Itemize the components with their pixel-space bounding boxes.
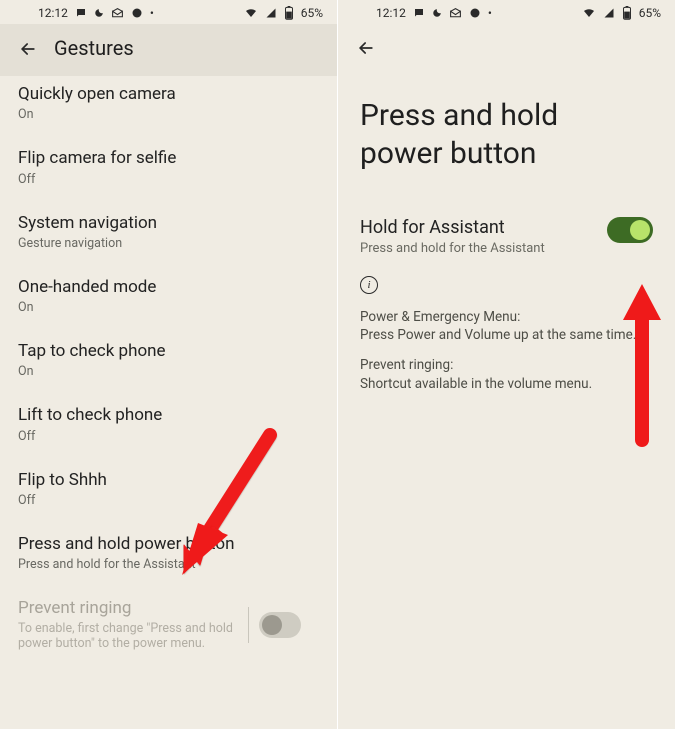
- item-sub: Gesture navigation: [18, 236, 319, 251]
- signal-icon: [603, 7, 615, 19]
- status-dot: •: [488, 6, 492, 20]
- item-quickly-open-camera[interactable]: Quickly open camera On: [0, 76, 337, 135]
- item-title: Flip to Shhh: [18, 470, 319, 491]
- item-flip-camera-selfie[interactable]: Flip camera for selfie Off: [0, 135, 337, 199]
- page-title: Gestures: [54, 36, 134, 60]
- info-body: Shortcut available in the volume menu.: [360, 376, 592, 392]
- item-sub: Off: [18, 493, 319, 508]
- screen-press-hold-power: 12:12 • 65% Press and hold power button: [337, 0, 675, 729]
- mail-icon: [449, 7, 462, 20]
- setting-sub: Press and hold for the Assistant: [360, 241, 545, 256]
- prevent-ringing-toggle: [259, 612, 301, 638]
- item-title: Flip camera for selfie: [18, 148, 319, 169]
- carrier-icon: [131, 7, 143, 19]
- item-sub: On: [18, 107, 319, 122]
- item-title: Prevent ringing: [18, 598, 248, 619]
- battery-icon: [284, 6, 294, 20]
- message-icon: [413, 7, 425, 19]
- info-power-emergency: Power & Emergency Menu: Press Power and …: [338, 294, 675, 344]
- status-battery: 65%: [301, 6, 323, 20]
- item-title: System navigation: [18, 213, 319, 234]
- hold-for-assistant-toggle[interactable]: [607, 217, 653, 243]
- item-tap-check-phone[interactable]: Tap to check phone On: [0, 328, 337, 392]
- status-dot: •: [150, 6, 154, 20]
- item-lift-check-phone[interactable]: Lift to check phone Off: [0, 392, 337, 456]
- title-line-2: power button: [360, 136, 536, 171]
- page-title: Press and hold power button: [338, 62, 675, 182]
- header-bar: Gestures: [0, 24, 337, 76]
- info-label: Prevent ringing:: [360, 357, 453, 373]
- item-system-navigation[interactable]: System navigation Gesture navigation: [0, 200, 337, 264]
- item-title: Quickly open camera: [18, 84, 319, 105]
- status-time: 12:12: [376, 6, 406, 20]
- item-sub: On: [18, 300, 319, 315]
- wifi-icon: [582, 7, 596, 19]
- status-bar: 12:12 • 65%: [338, 0, 675, 24]
- mail-icon: [111, 7, 124, 20]
- item-prevent-ringing: Prevent ringing To enable, first change …: [0, 585, 337, 664]
- wifi-icon: [244, 7, 258, 19]
- status-bar: 12:12 • 65%: [0, 0, 337, 24]
- info-body: Press Power and Volume up at the same ti…: [360, 327, 636, 343]
- setting-title: Hold for Assistant: [360, 217, 545, 238]
- item-one-handed-mode[interactable]: One-handed mode On: [0, 264, 337, 328]
- back-button[interactable]: [18, 39, 36, 57]
- screen-gestures: 12:12 • 65% Gestures Qui: [0, 0, 337, 729]
- signal-icon: [265, 7, 277, 19]
- item-sub: To enable, first change "Press and hold …: [18, 621, 248, 651]
- moon-icon: [94, 8, 104, 18]
- settings-list: Quickly open camera On Flip camera for s…: [0, 76, 337, 664]
- battery-icon: [622, 6, 632, 20]
- setting-hold-for-assistant[interactable]: Hold for Assistant Press and hold for th…: [338, 182, 675, 262]
- info-icon: i: [360, 276, 378, 294]
- item-title: Lift to check phone: [18, 405, 319, 426]
- item-sub: Off: [18, 429, 319, 444]
- divider: [248, 607, 249, 643]
- title-line-1: Press and hold: [360, 98, 558, 133]
- carrier-icon: [469, 7, 481, 19]
- item-sub: Press and hold for the Assistant: [18, 557, 319, 572]
- item-sub: On: [18, 364, 319, 379]
- status-time: 12:12: [38, 6, 68, 20]
- item-title: Tap to check phone: [18, 341, 319, 362]
- status-battery: 65%: [639, 6, 661, 20]
- item-sub: Off: [18, 172, 319, 187]
- info-prevent-ringing: Prevent ringing: Shortcut available in t…: [338, 344, 675, 392]
- header-plain: [338, 24, 675, 62]
- item-title: One-handed mode: [18, 277, 319, 298]
- info-label: Power & Emergency Menu:: [360, 309, 520, 325]
- item-flip-to-shhh[interactable]: Flip to Shhh Off: [0, 457, 337, 521]
- item-title: Press and hold power button: [18, 534, 319, 555]
- message-icon: [75, 7, 87, 19]
- item-press-hold-power[interactable]: Press and hold power button Press and ho…: [0, 521, 337, 585]
- back-button[interactable]: [356, 43, 376, 62]
- moon-icon: [432, 8, 442, 18]
